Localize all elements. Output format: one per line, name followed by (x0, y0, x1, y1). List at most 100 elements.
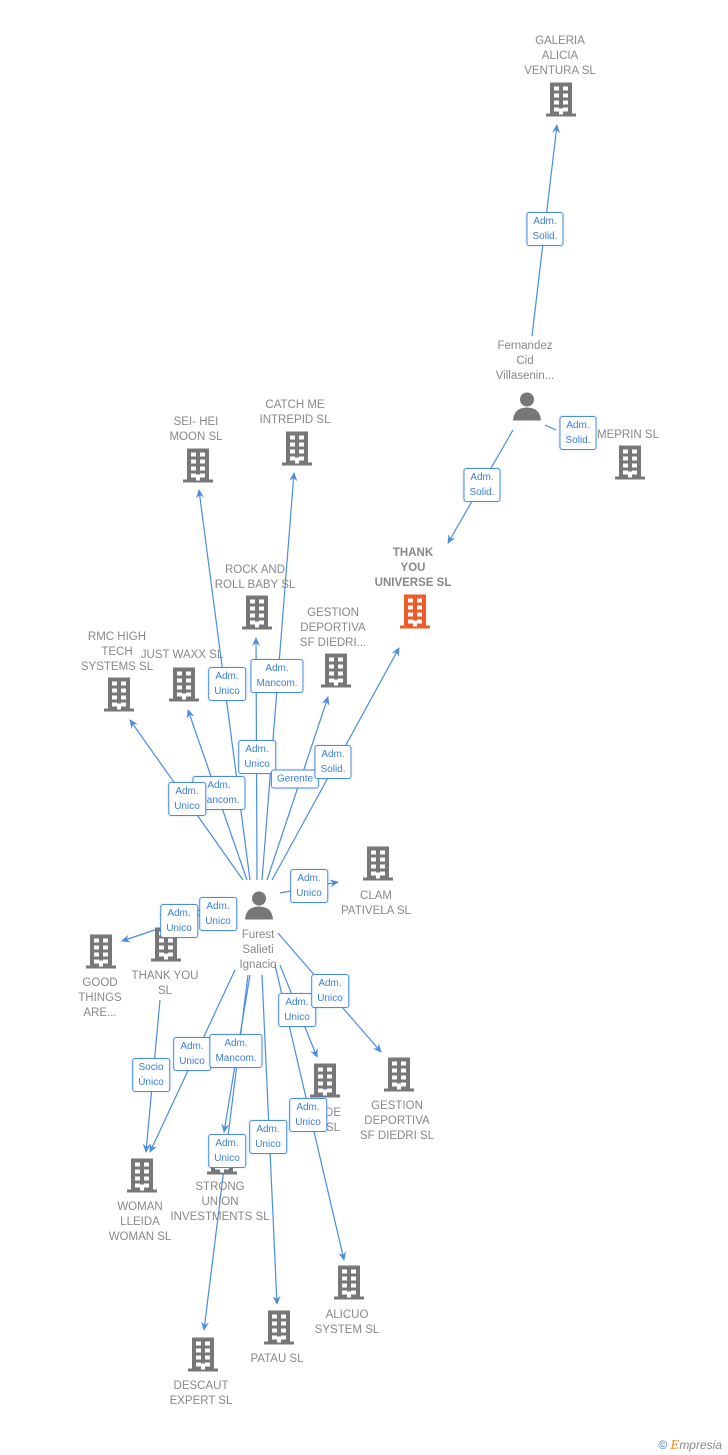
node-label[interactable]: WOMAN LLEIDA WOMAN SL (109, 1200, 172, 1245)
node-label-line: SF DIEDRI... (299, 637, 367, 649)
node-label-line: JUST WAXX SL (140, 649, 224, 661)
building-icon[interactable] (332, 1265, 366, 1306)
edge-label-line: Adm. (245, 744, 269, 755)
node-label-line: STRONG (195, 1181, 245, 1193)
node-label[interactable]: DESCAUT EXPERT SL (170, 1379, 233, 1409)
node-label[interactable]: DE SL (325, 1106, 341, 1136)
building-icon[interactable] (186, 1337, 220, 1378)
building-icon[interactable] (84, 934, 118, 975)
edge-label-furest-rmc[interactable]: Adm. Unico (168, 782, 206, 816)
edge-label-line: Unico (214, 1153, 240, 1164)
building-icon[interactable] (262, 1310, 296, 1351)
node-label[interactable]: STRONG UNION INVESTMENTS SL (170, 1180, 269, 1225)
edge-label-line: Unico (205, 916, 231, 927)
building-icon[interactable] (102, 677, 136, 718)
node-label-line: LLEIDA (120, 1216, 160, 1228)
node-label[interactable]: GESTION DEPORTIVA SF DIEDRI SL (360, 1099, 434, 1144)
edge-label-line: Unico (166, 923, 192, 934)
edge-label-furest-universe[interactable]: Adm. Solid. (314, 745, 352, 779)
edge-label-line: Adm. (265, 663, 289, 674)
node-label-line: GESTION (371, 1100, 423, 1112)
node-label-line: SEI- HEI (173, 416, 219, 428)
building-icon[interactable] (398, 594, 432, 635)
edge-label-furest-descaut[interactable]: Adm. Unico (208, 1134, 246, 1168)
edge-label-line: Adm. (224, 1038, 248, 1049)
edge-label-line: Unico (255, 1139, 281, 1150)
node-label[interactable]: GESTION DEPORTIVA SF DIEDRI... (300, 606, 366, 651)
edge-label-line: Unico (296, 888, 322, 899)
node-label-line: PATAU SL (250, 1353, 304, 1365)
node-label[interactable]: CATCH ME INTREPID SL (260, 398, 331, 428)
building-icon[interactable] (125, 1158, 159, 1199)
brand-logo-rest: mpresia (679, 1438, 722, 1452)
edge-label-line: Adm. (285, 997, 309, 1008)
edge-label-furest-rock[interactable]: Adm. Unico (238, 740, 276, 774)
edge-label-fernandez-galeria[interactable]: Adm. Solid. (526, 212, 564, 246)
node-label-line: ROLL BABY SL (214, 579, 296, 591)
node-label-line: Fernandez (497, 340, 553, 352)
node-label-line: THINGS (78, 992, 122, 1004)
node-label-line: SL (157, 985, 173, 997)
edge-label-furest-gestionbottom[interactable]: Adm. Unico (311, 974, 349, 1008)
edge-label-furest-woman[interactable]: Adm. Unico (173, 1037, 211, 1071)
building-icon[interactable] (544, 82, 578, 123)
edge-label-fernandez-universe[interactable]: Adm. Solid. (463, 468, 501, 502)
person-icon[interactable] (512, 391, 542, 426)
edge-label-line: Unico (295, 1117, 321, 1128)
building-icon[interactable] (613, 445, 647, 486)
edge-label-thankyousl-woman[interactable]: Socio Único (132, 1058, 170, 1092)
node-label-line: DESCAUT (173, 1380, 229, 1392)
edge-label-furest-patau[interactable]: Adm. Unico (249, 1120, 287, 1154)
node-label-line: Cid (516, 355, 534, 367)
edge-fernandez-meprin (544, 424, 557, 431)
node-label[interactable]: ROCK AND ROLL BABY SL (215, 563, 296, 593)
edge-label-fernandez-meprin[interactable]: Adm. Solid. (559, 416, 597, 450)
edge-label-line: Adm. (566, 420, 590, 431)
node-label-line: PATIVELA SL (341, 905, 411, 917)
node-label-line: UNION (201, 1196, 239, 1208)
person-icon[interactable] (244, 890, 274, 925)
edge-label-furest-clam[interactable]: Adm. Unico (290, 869, 328, 903)
edge-label-line: Adm. (167, 908, 191, 919)
edge-label-furest-thankyousl[interactable]: Adm. Unico (199, 897, 237, 931)
edge-label-furest-desl[interactable]: Adm. Unico (278, 993, 316, 1027)
node-label[interactable]: PATAU SL (250, 1352, 303, 1367)
node-label-line: CATCH ME (265, 399, 325, 411)
edge-label-line: Adm. (180, 1041, 204, 1052)
building-icon[interactable] (280, 431, 314, 472)
edge-label-line: Adm. (215, 1138, 239, 1149)
node-label[interactable]: MEPRIN SL (597, 428, 659, 443)
edge-label-furest-goodthings[interactable]: Adm. Unico (160, 904, 198, 938)
building-icon[interactable] (319, 653, 353, 694)
edge-label-line: Solid. (532, 231, 558, 242)
node-label-line: THANK (392, 547, 434, 559)
building-icon[interactable] (361, 846, 395, 887)
edge-label-furest-strong[interactable]: Adm. Mancom. (209, 1034, 263, 1068)
node-label[interactable]: Fernandez Cid Villasenin... (496, 339, 555, 384)
edge-label-furest-alicuo[interactable]: Adm. Unico (289, 1098, 327, 1132)
node-label-line: SF DIEDRI SL (359, 1130, 435, 1142)
building-icon[interactable] (181, 448, 215, 489)
edge-label-line: Adm. (256, 1124, 280, 1135)
node-label[interactable]: THANK YOU SL (132, 969, 199, 999)
edge-label-furest-seihei[interactable]: Adm. Unico (208, 667, 246, 701)
node-label[interactable]: ALICUO SYSTEM SL (315, 1308, 380, 1338)
building-icon[interactable] (167, 667, 201, 708)
node-label[interactable]: THANK YOU UNIVERSE SL (375, 546, 452, 591)
building-icon[interactable] (382, 1057, 416, 1098)
node-label[interactable]: CLAM PATIVELA SL (341, 889, 411, 919)
node-label[interactable]: SEI- HEI MOON SL (169, 415, 222, 445)
node-label-line: Salieti (242, 944, 274, 956)
node-label-line: Furest (241, 929, 275, 941)
node-label-line: MOON SL (169, 431, 223, 443)
node-label[interactable]: JUST WAXX SL (141, 648, 223, 663)
edge-label-line: Socio (138, 1062, 164, 1073)
node-label[interactable]: GALERIA ALICIA VENTURA SL (524, 34, 596, 79)
node-label[interactable]: GOOD THINGS ARE... (78, 976, 121, 1021)
node-label[interactable]: Furest Salieti Ignacio (239, 928, 276, 973)
edge-label-furest-gestiontop[interactable]: Gerente (270, 769, 320, 789)
edge-label-line: Unico (174, 801, 200, 812)
edge-label-furest-catchme[interactable]: Adm. Mancom. (250, 659, 304, 693)
building-icon[interactable] (240, 595, 274, 636)
node-label-line: Ignacio (239, 959, 277, 971)
